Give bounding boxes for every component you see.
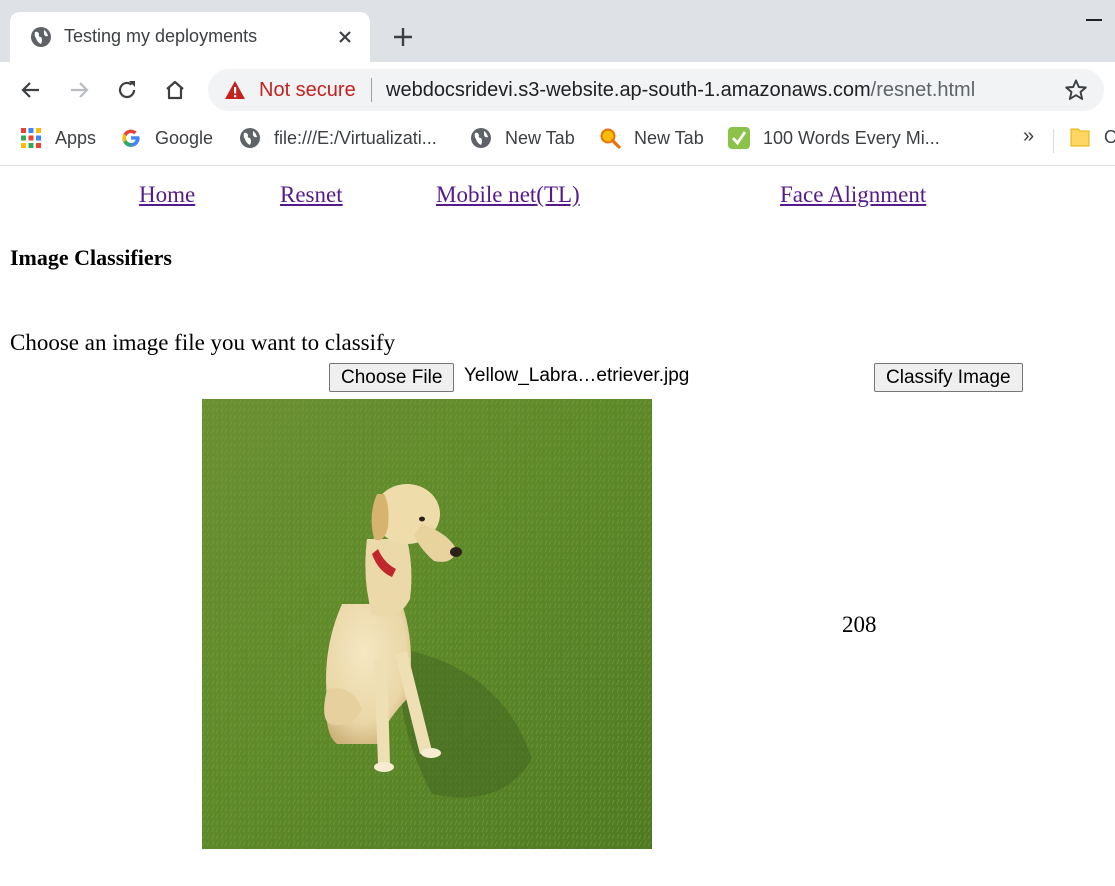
bookmark-star-icon[interactable] xyxy=(1064,78,1088,102)
globe-icon xyxy=(471,128,491,148)
classify-image-button[interactable]: Classify Image xyxy=(874,363,1023,392)
url-domain: webdocsridevi.s3-website.ap-south-1.amaz… xyxy=(386,79,871,101)
bookmark-label: file:///E:/Virtualizati... xyxy=(274,127,437,148)
bookmarks-overflow-button[interactable]: » xyxy=(1023,125,1034,148)
choose-file-button[interactable]: Choose File xyxy=(329,363,455,392)
upload-prompt: Choose an image file you want to classif… xyxy=(10,330,396,355)
bookmark-folder[interactable]: O xyxy=(1070,126,1115,148)
folder-icon xyxy=(1070,128,1090,147)
active-tab[interactable]: Testing my deployments xyxy=(10,12,370,62)
close-icon[interactable] xyxy=(336,28,354,46)
selected-file-name: Yellow_Labra…etriever.jpg xyxy=(464,365,690,386)
browser-tab-strip: Testing my deployments xyxy=(0,0,1115,62)
back-arrow-icon[interactable] xyxy=(19,78,43,102)
labrador-photo xyxy=(202,399,652,849)
nav-link-resnet[interactable]: Resnet xyxy=(280,182,343,208)
bookmark-label: New Tab xyxy=(634,127,704,148)
bookmarks-bar: Apps Google file:///E:/Virtualizati... N… xyxy=(0,118,1115,166)
bookmark-label: New Tab xyxy=(505,127,575,148)
image-preview xyxy=(202,399,652,849)
nav-link-mobilenet[interactable]: Mobile net(TL) xyxy=(436,182,580,208)
bookmark-label: Google xyxy=(155,127,214,148)
apps-grid-icon xyxy=(21,128,41,148)
bookmark-100-words[interactable]: 100 Words Every Mi... xyxy=(728,126,940,150)
minimize-window-icon[interactable] xyxy=(1086,19,1102,21)
reload-icon[interactable] xyxy=(115,78,139,102)
bookmarks-divider xyxy=(1053,129,1054,153)
bookmark-folder-label: O xyxy=(1104,126,1115,147)
forward-arrow-icon[interactable] xyxy=(67,78,91,102)
nav-link-home[interactable]: Home xyxy=(139,182,195,208)
search-magnifier-icon xyxy=(600,128,621,149)
checkmark-icon xyxy=(728,127,750,149)
bookmark-google[interactable]: Google xyxy=(120,126,213,150)
bookmark-new-tab-2[interactable]: New Tab xyxy=(599,126,704,150)
bookmark-new-tab-1[interactable]: New Tab xyxy=(470,126,575,150)
new-tab-plus-icon[interactable] xyxy=(392,26,414,48)
nav-link-face-alignment[interactable]: Face Alignment xyxy=(780,182,926,208)
url-path: /resnet.html xyxy=(870,79,976,101)
address-bar[interactable]: Not secure webdocsridevi.s3-website.ap-s… xyxy=(208,69,1104,111)
globe-icon xyxy=(31,27,51,47)
bookmark-label: Apps xyxy=(55,127,97,148)
url-text[interactable]: webdocsridevi.s3-website.ap-south-1.amaz… xyxy=(386,79,975,102)
address-divider xyxy=(371,78,372,102)
tab-title: Testing my deployments xyxy=(64,26,258,46)
bookmark-apps[interactable]: Apps xyxy=(20,126,96,150)
page-content: Home Resnet Mobile net(TL) Face Alignmen… xyxy=(0,166,1115,886)
bookmark-file-virtualization[interactable]: file:///E:/Virtualizati... xyxy=(239,126,437,150)
bookmark-label: 100 Words Every Mi... xyxy=(763,127,940,148)
google-icon xyxy=(122,129,140,147)
classification-result: 208 xyxy=(842,612,877,637)
globe-icon xyxy=(240,128,260,148)
warning-triangle-icon[interactable] xyxy=(224,79,246,101)
home-icon[interactable] xyxy=(163,78,187,102)
page-title: Image Classifiers xyxy=(10,245,172,270)
browser-toolbar: Not secure webdocsridevi.s3-website.ap-s… xyxy=(0,62,1115,118)
security-status-label[interactable]: Not secure xyxy=(259,79,356,102)
